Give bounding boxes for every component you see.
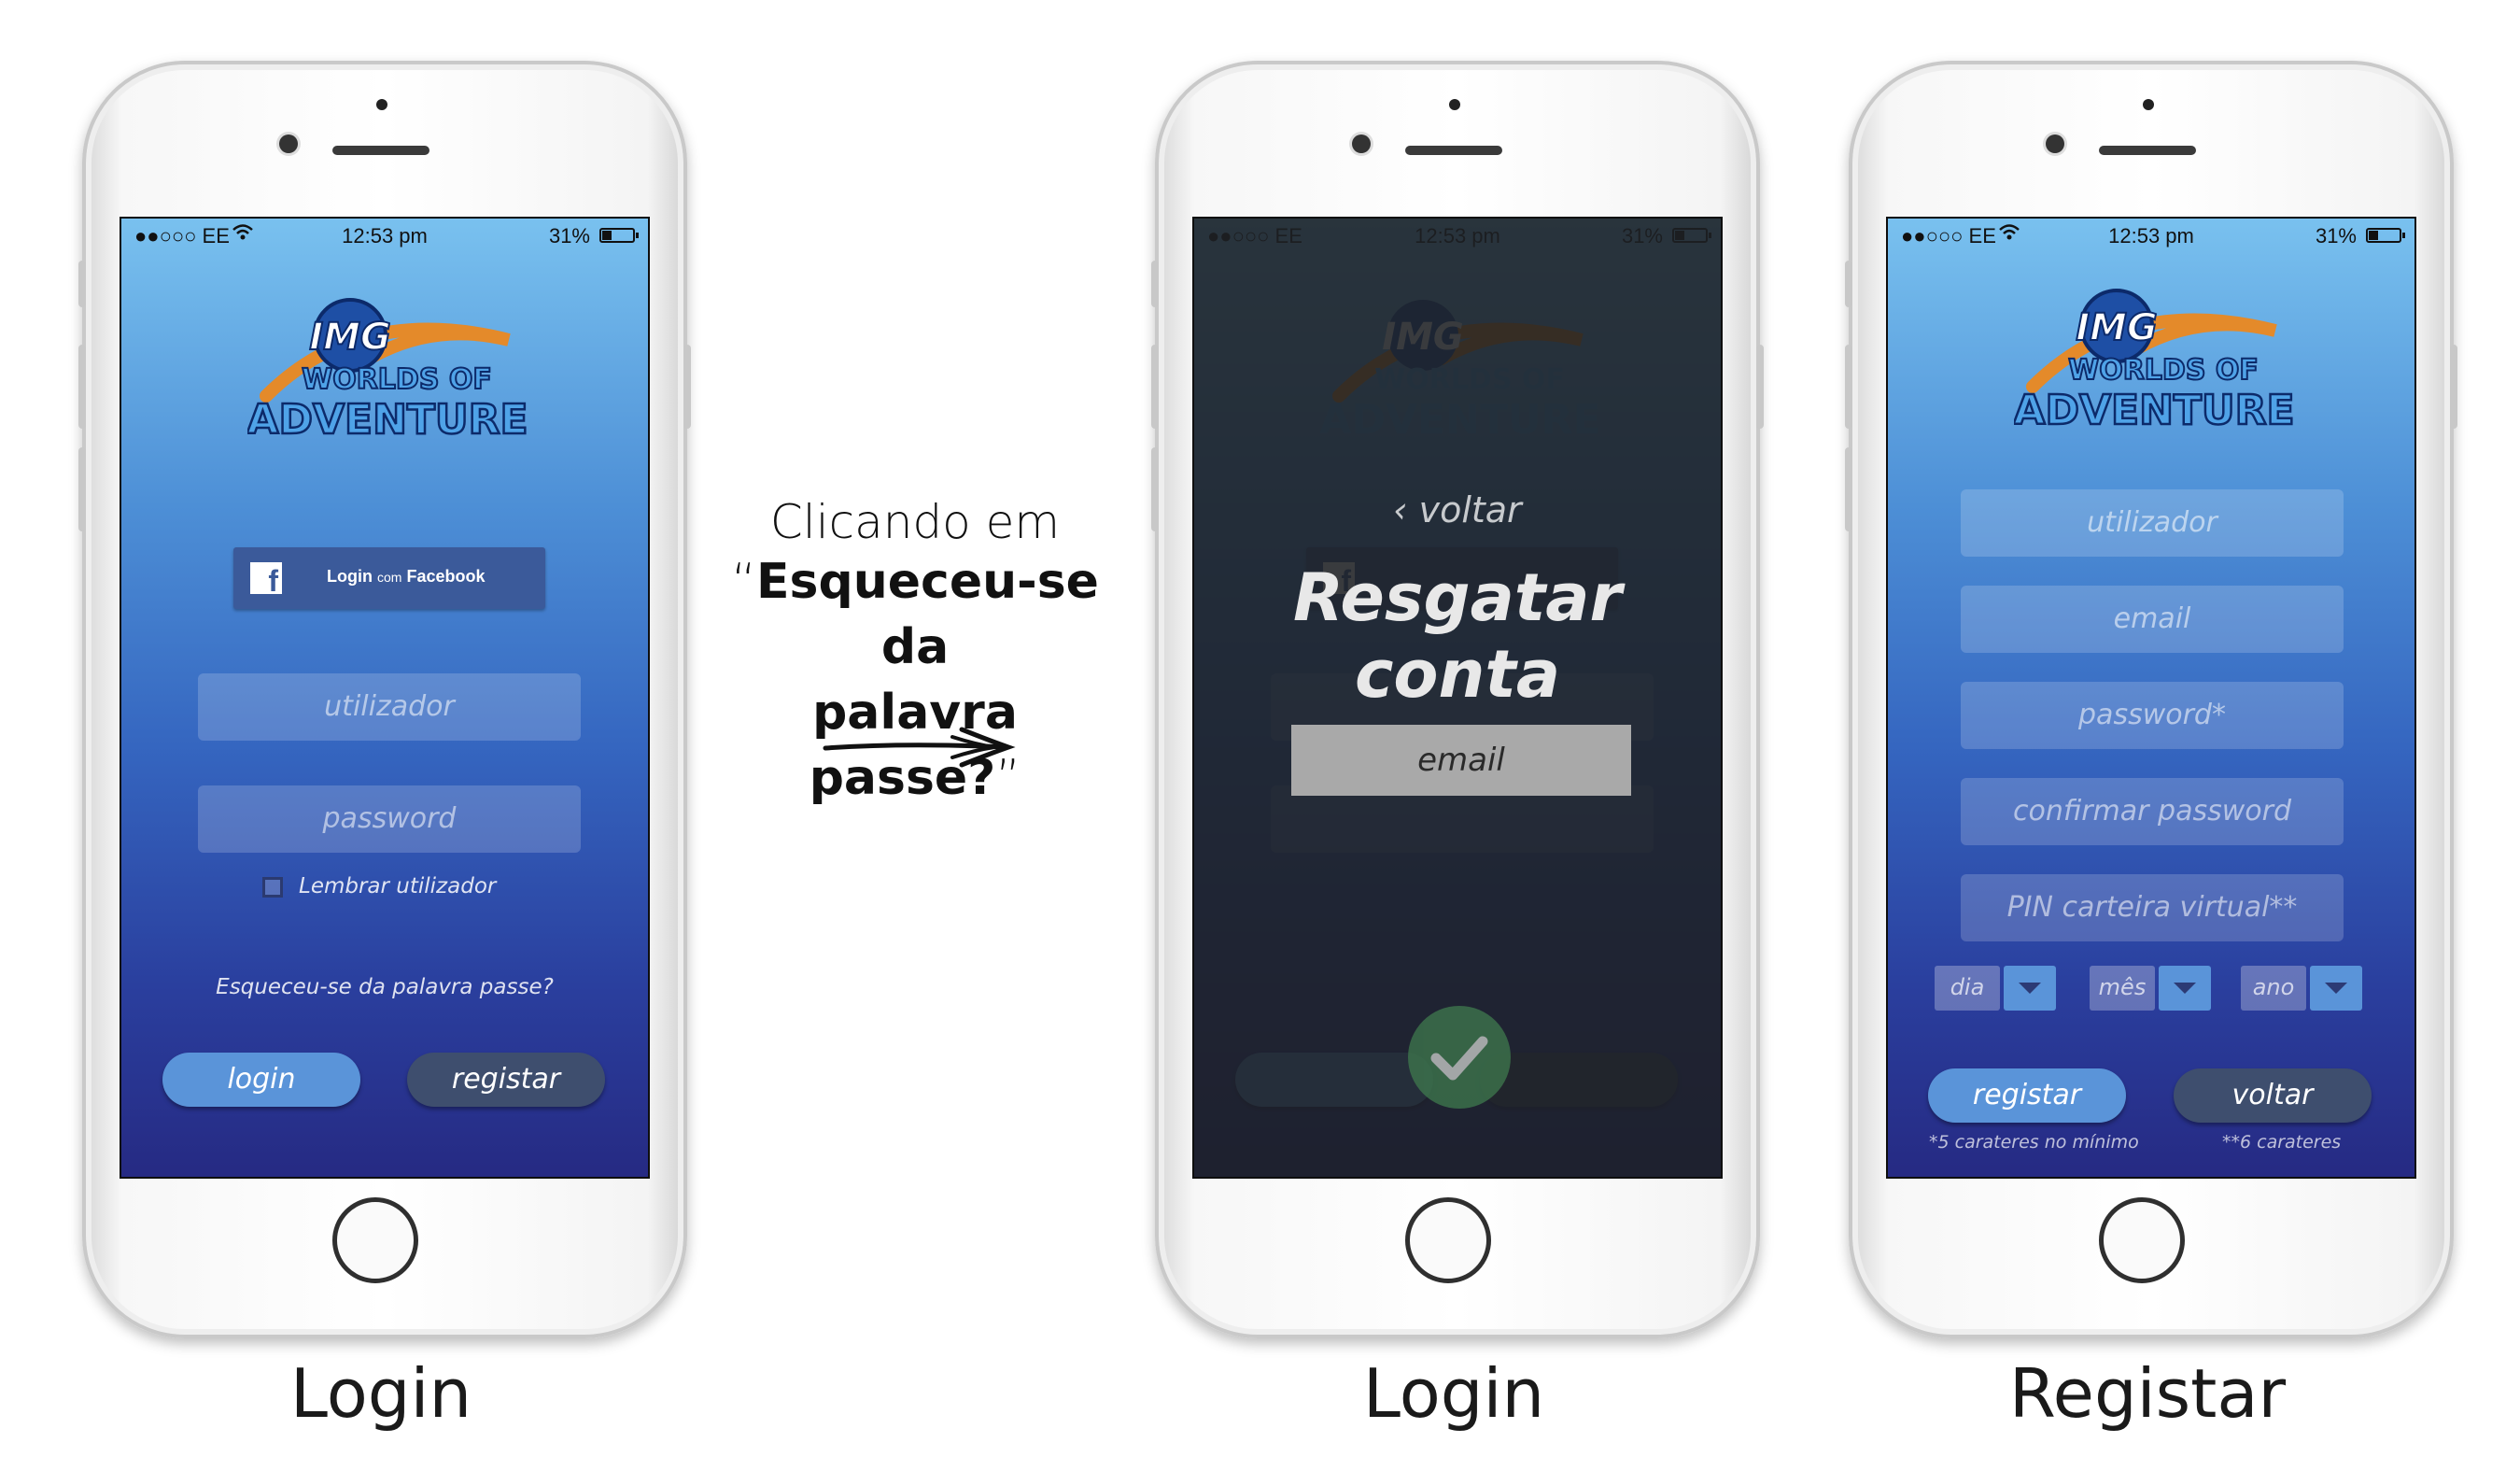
proximity-sensor [1449, 99, 1460, 110]
logo-worlds-text: WORLDS OF [302, 363, 492, 396]
app-logo: IMG WORLDS OF ADVENTURE [246, 284, 529, 461]
recover-screen: ●●○○○ EE 12:53 pm 31% IMG WORLDS OF ADVE… [1192, 217, 1723, 1179]
power-button [683, 345, 691, 429]
front-camera [2046, 134, 2064, 153]
logo-worlds-text: WORLDS OF [2068, 354, 2259, 387]
fb-label-suffix: Facebook [406, 567, 486, 586]
earpiece-speaker [2099, 146, 2196, 155]
caption-login: Login [289, 1354, 472, 1433]
front-camera [1352, 134, 1371, 153]
home-button [332, 1197, 418, 1283]
register-submit-button[interactable]: registar [1928, 1068, 2126, 1123]
proximity-sensor [376, 99, 387, 110]
annotation-open-quote: “ [731, 554, 757, 610]
chevron-left-icon: ‹ [1393, 489, 1419, 530]
mute-switch [1845, 261, 1852, 307]
caption-register: Registar [2008, 1354, 2287, 1433]
earpiece-speaker [1405, 146, 1502, 155]
battery-percent: 31% [548, 224, 590, 248]
logo-img-text: IMG [2076, 306, 2158, 349]
register-button[interactable]: registar [407, 1053, 605, 1107]
login-button[interactable]: login [162, 1053, 360, 1107]
facebook-icon: f [250, 562, 282, 594]
status-bar: ●●○○○ EE 12:53 pm 31% [121, 224, 648, 252]
power-button [1756, 345, 1764, 429]
app-logo: IMG WORLDS OF ADVENTURE [2012, 275, 2296, 452]
register-username-input[interactable]: utilizador [1961, 489, 2344, 557]
year-select-label: ano [2241, 966, 2306, 1011]
day-select-label: dia [1935, 966, 2000, 1011]
logo-adventure-text: ADVENTURE [2014, 387, 2294, 434]
phone-login: ●●○○○ EE 12:53 pm 31% IMG WORLDS OF ADVE… [78, 61, 691, 1338]
battery-icon [599, 228, 639, 243]
earpiece-speaker [332, 146, 429, 155]
home-button [1405, 1197, 1491, 1283]
register-password-input[interactable]: password* [1961, 682, 2344, 749]
logo-adventure-text: ADVENTURE [247, 396, 528, 444]
fb-label-prefix: Login [327, 567, 373, 586]
logo-img-text: IMG [309, 316, 391, 359]
month-select-label: mês [2090, 966, 2155, 1011]
battery-percent: 31% [2315, 224, 2357, 248]
forgot-password-link[interactable]: Esqueceu-se da palavra passe? [121, 975, 648, 999]
phone-register: ●●○○○ EE 12:53 pm 31% IMG WORLDS OF ADVE… [1845, 61, 2457, 1338]
proximity-sensor [2143, 99, 2154, 110]
password-input[interactable]: password [198, 785, 581, 853]
recover-title: Resgatar conta [1292, 559, 1623, 713]
phone-recover: ●●○○○ EE 12:53 pm 31% IMG WORLDS OF ADVE… [1151, 61, 1764, 1338]
status-bar: ●●○○○ EE 12:53 pm 31% [1888, 224, 2414, 252]
volume-up-button [1151, 345, 1159, 429]
confirm-button[interactable] [1408, 1006, 1511, 1109]
facebook-login-button[interactable]: f Login com Facebook [233, 547, 545, 609]
back-link[interactable]: ‹ voltar [1194, 489, 1721, 530]
register-confirm-password-input[interactable]: confirmar password [1961, 778, 2344, 845]
volume-down-button [78, 447, 86, 531]
back-label: voltar [1418, 489, 1522, 530]
checkmark-icon [1430, 1036, 1488, 1081]
power-button [2450, 345, 2457, 429]
annotation-line2: “Esqueceu-se da [728, 549, 1102, 680]
fb-label-middle: com [377, 570, 402, 585]
volume-down-button [1845, 447, 1852, 531]
mute-switch [1151, 261, 1159, 307]
caption-recover: Login [1362, 1354, 1545, 1433]
facebook-login-label: Login com Facebook [327, 567, 486, 587]
remember-checkbox[interactable] [262, 877, 283, 898]
register-pin-input[interactable]: PIN carteira virtual** [1961, 874, 2344, 941]
recover-email-input[interactable]: email [1291, 725, 1631, 796]
year-dropdown-chevron-icon[interactable] [2310, 966, 2362, 1011]
register-email-input[interactable]: email [1961, 586, 2344, 653]
register-back-button[interactable]: voltar [2174, 1068, 2372, 1123]
day-dropdown-chevron-icon[interactable] [2004, 966, 2056, 1011]
month-dropdown-chevron-icon[interactable] [2159, 966, 2211, 1011]
volume-down-button [1151, 447, 1159, 531]
username-input[interactable]: utilizador [198, 673, 581, 741]
battery-icon [2366, 228, 2405, 243]
register-screen: ●●○○○ EE 12:53 pm 31% IMG WORLDS OF ADVE… [1886, 217, 2416, 1179]
arrow-icon [822, 724, 1018, 774]
home-button [2099, 1197, 2185, 1283]
pin-requirement-note: **6 carateres [2222, 1132, 2342, 1153]
volume-up-button [78, 345, 86, 429]
remember-label: Lembrar utilizador [299, 874, 497, 898]
annotation-line1: Clicando em [769, 495, 1061, 549]
front-camera [279, 134, 298, 153]
volume-up-button [1845, 345, 1852, 429]
password-requirement-note: *5 carateres no mínimo [1929, 1132, 2139, 1153]
mute-switch [78, 261, 86, 307]
annotation-line2-text: Esqueceu-se da [756, 554, 1099, 675]
login-screen: ●●○○○ EE 12:53 pm 31% IMG WORLDS OF ADVE… [120, 217, 650, 1179]
